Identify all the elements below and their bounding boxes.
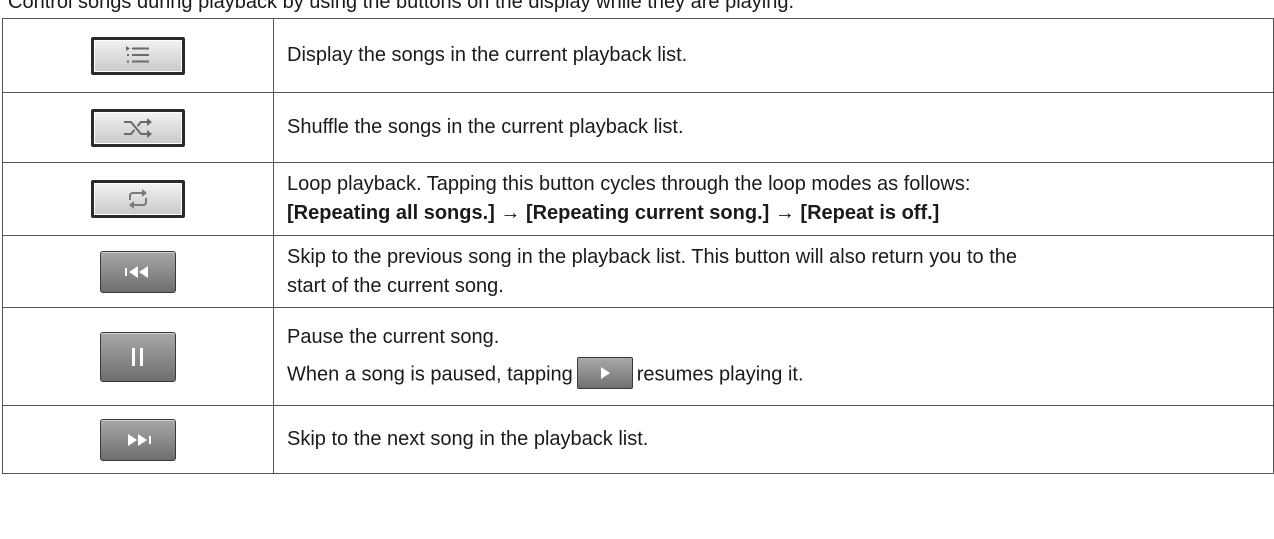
row-description: Skip to the next song in the playback li… [287, 428, 649, 450]
icon-cell [2, 405, 274, 474]
mode-repeat-off: [Repeat is off.] [800, 202, 940, 224]
row-description: Display the songs in the current playbac… [287, 44, 688, 66]
table-row: Shuffle the songs in the current playbac… [2, 92, 1274, 163]
description-cell: Skip to the next song in the playback li… [273, 405, 1274, 474]
icon-cell [2, 18, 274, 93]
table-row: Loop playback. Tapping this button cycle… [2, 162, 1274, 236]
table-row: Skip to the next song in the playback li… [2, 405, 1274, 474]
row-description: Shuffle the songs in the current playbac… [287, 116, 684, 138]
next-button[interactable] [100, 418, 176, 461]
icon-cell [2, 235, 274, 308]
pause-button[interactable] [100, 331, 176, 382]
table-row: Skip to the previous song in the playbac… [2, 235, 1274, 308]
playlist-button[interactable] [91, 36, 185, 75]
repeat-button[interactable] [91, 180, 185, 218]
arrow: → [500, 202, 521, 224]
icon-cell [2, 307, 274, 406]
description-cell: Shuffle the songs in the current playbac… [273, 92, 1274, 163]
intro-text: Control songs during playback by using t… [8, 0, 795, 13]
description-cell: Loop playback. Tapping this button cycle… [273, 162, 1274, 236]
inline-play-button [576, 356, 633, 389]
description-cell: Pause the current song. When a song is p… [273, 307, 1274, 406]
mode-repeat-all: [Repeating all songs.] [287, 202, 495, 224]
description-cell: Skip to the previous song in the playbac… [273, 235, 1274, 308]
table-row: Pause the current song. When a song is p… [2, 307, 1274, 406]
previous-button[interactable] [100, 250, 176, 293]
icon-cell [2, 92, 274, 163]
row-description: Pause the current song. [287, 325, 500, 348]
resume-text-after: resumes playing it. [636, 362, 804, 385]
arrow: → [774, 202, 795, 224]
resume-instruction: When a song is paused, tapping resumes pl… [287, 356, 1259, 391]
row-description-cont: start of the current song. [287, 274, 504, 297]
shuffle-button[interactable] [91, 108, 185, 147]
loop-modes-line: [Repeating all songs.] → [Repeating curr… [287, 199, 1259, 228]
row-description: Skip to the previous song in the playbac… [287, 245, 1018, 268]
mode-repeat-current: [Repeating current song.] [525, 202, 770, 224]
description-cell: Display the songs in the current playbac… [273, 18, 1274, 93]
button-reference-table: Display the songs in the current playbac… [2, 18, 1274, 474]
resume-text-before: When a song is paused, tapping [287, 362, 573, 385]
table-row: Display the songs in the current playbac… [2, 18, 1274, 93]
icon-cell [2, 162, 274, 236]
row-description: Loop playback. Tapping this button cycle… [287, 173, 971, 195]
